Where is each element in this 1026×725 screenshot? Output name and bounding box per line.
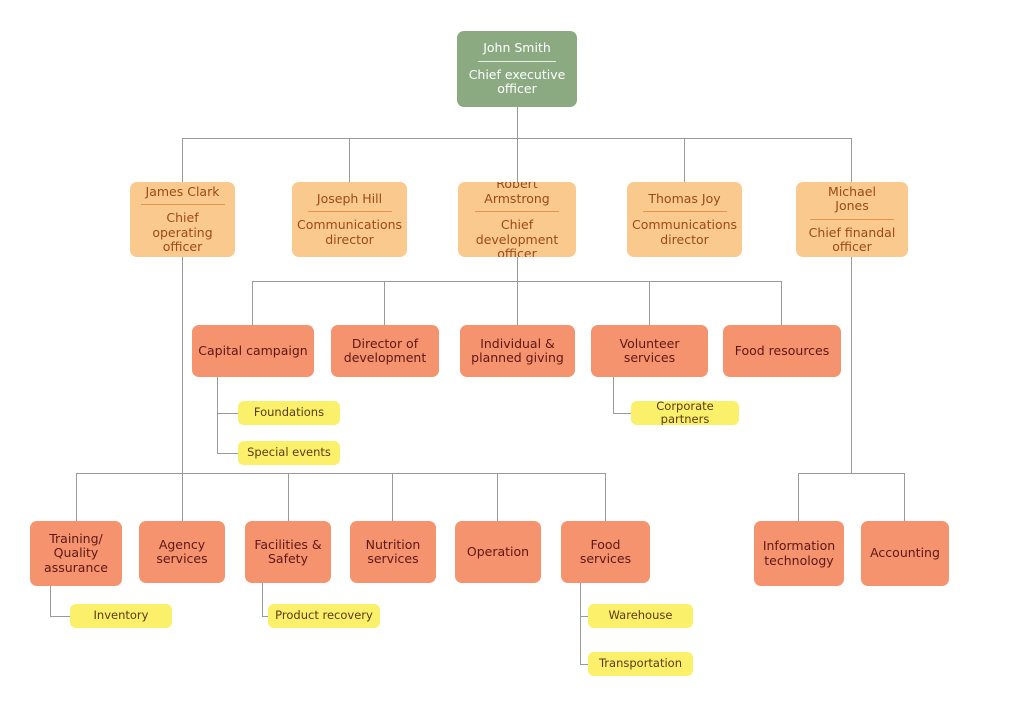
node-officer-james-clark[interactable]: James Clark Chief operating officer: [130, 182, 235, 257]
connector-drop-officer-1: [182, 138, 183, 182]
node-subunit-label: Foundations: [253, 405, 325, 420]
node-officer-name: James Clark: [140, 184, 225, 205]
connector-drop-ops-6: [605, 473, 606, 521]
node-subunit-label: Transportation: [598, 656, 683, 671]
connector-finance-spine: [851, 257, 852, 473]
connector-drop-dev-3: [517, 281, 518, 325]
node-dept-label: Information technology: [762, 538, 836, 568]
node-officer-michael-jones[interactable]: Michael Jones Chief finandal officer: [796, 182, 908, 257]
node-officer-name: Thomas Joy: [642, 191, 727, 213]
node-officer-robert-armstrong[interactable]: Robert Armstrong Chief development offic…: [458, 182, 576, 257]
node-dept-operation[interactable]: Operation: [455, 521, 541, 583]
node-dept-label: Food resources: [734, 342, 830, 358]
node-dept-label: Capital campaign: [198, 342, 308, 358]
node-officer-title: Chief operating officer: [152, 210, 213, 254]
node-dept-label: Facilities & Safety: [254, 536, 322, 566]
node-officer-thomas-joy[interactable]: Thomas Joy Communications director: [627, 182, 742, 257]
node-dept-label: Accounting: [870, 545, 940, 561]
connector-elbow-inventory: [50, 616, 70, 617]
connector-development-stem: [517, 257, 518, 281]
connector-drop-fin-1: [798, 473, 799, 521]
connector-ceo-stem: [517, 107, 518, 138]
node-dept-accounting[interactable]: Accounting: [861, 521, 949, 586]
node-dept-individual-planned-giving[interactable]: Individual & planned giving: [460, 325, 575, 377]
node-officer-title: Chief development officer: [475, 217, 559, 257]
connector-drop-dev-5: [781, 281, 782, 325]
connector-facilities-spine: [262, 581, 263, 616]
node-ceo-name: John Smith: [478, 41, 556, 62]
node-subunit-product-recovery[interactable]: Product recovery: [268, 604, 380, 628]
node-officer-title: Communications director: [297, 217, 403, 247]
node-subunit-special-events[interactable]: Special events: [238, 441, 340, 465]
node-officer-joseph-hill[interactable]: Joseph Hill Communications director: [292, 182, 407, 257]
node-subunit-label: Inventory: [93, 608, 149, 623]
node-subunit-corporate-partners[interactable]: Corporate partners: [631, 401, 739, 425]
node-ceo[interactable]: John Smith Chief executive officer: [457, 31, 577, 107]
node-dept-food-resources[interactable]: Food resources: [723, 325, 841, 377]
node-subunit-label: Warehouse: [608, 608, 673, 623]
node-officer-title: Chief finandal officer: [808, 224, 896, 254]
connector-food-services-spine: [580, 581, 581, 665]
connector-operations-bus: [76, 473, 605, 474]
node-subunit-warehouse[interactable]: Warehouse: [588, 604, 693, 628]
node-dept-label: Food services: [579, 536, 632, 566]
connector-capital-spine: [217, 377, 218, 453]
connector-finance-bus: [798, 473, 904, 474]
connector-drop-ops-2: [182, 473, 183, 521]
node-dept-information-technology[interactable]: Information technology: [754, 521, 844, 586]
node-officer-name: Robert Armstrong: [475, 182, 559, 213]
connector-elbow-special-events: [217, 453, 238, 454]
connector-drop-officer-4: [684, 138, 685, 182]
node-dept-director-of-development[interactable]: Director of development: [331, 325, 439, 377]
connector-training-spine: [50, 586, 51, 616]
connector-drop-ops-3: [288, 473, 289, 521]
node-subunit-inventory[interactable]: Inventory: [70, 604, 172, 628]
node-dept-label: Volunteer services: [619, 335, 680, 365]
node-dept-agency-services[interactable]: Agency services: [139, 521, 225, 583]
connector-drop-officer-2: [349, 138, 350, 182]
node-dept-label: Agency services: [156, 536, 208, 566]
connector-drop-dev-2: [384, 281, 385, 325]
connector-drop-dev-1: [252, 281, 253, 325]
node-officer-title: Communications director: [632, 217, 738, 247]
node-subunit-transportation[interactable]: Transportation: [588, 652, 693, 676]
node-subunit-label: Special events: [247, 445, 331, 460]
node-dept-label: Director of development: [343, 335, 427, 365]
connector-drop-ops-4: [392, 473, 393, 521]
connector-drop-dev-4: [649, 281, 650, 325]
node-dept-training-quality-assurance[interactable]: Training/ Quality assurance: [30, 521, 122, 586]
node-dept-facilities-safety[interactable]: Facilities & Safety: [245, 521, 331, 583]
connector-drop-ops-5: [497, 473, 498, 521]
connector-operations-spine: [182, 257, 183, 473]
node-dept-label: Operation: [466, 543, 530, 559]
node-officer-name: Joseph Hill: [307, 191, 392, 213]
node-subunit-label: Corporate partners: [656, 401, 714, 425]
node-dept-volunteer-services[interactable]: Volunteer services: [591, 325, 708, 377]
connector-drop-fin-2: [904, 473, 905, 521]
node-dept-label: Individual & planned giving: [471, 335, 564, 365]
node-officer-name: Michael Jones: [810, 184, 894, 220]
node-subunit-foundations[interactable]: Foundations: [238, 401, 340, 425]
node-subunit-label: Product recovery: [275, 608, 373, 623]
node-ceo-title: Chief executive officer: [468, 66, 566, 97]
node-dept-label: Training/ Quality assurance: [44, 530, 108, 575]
node-dept-nutrition-services[interactable]: Nutrition services: [350, 521, 436, 583]
connector-drop-ops-1: [76, 473, 77, 521]
node-dept-capital-campaign[interactable]: Capital campaign: [192, 325, 314, 377]
node-dept-label: Nutrition services: [365, 536, 421, 566]
org-chart-canvas: John Smith Chief executive officer James…: [0, 0, 1026, 725]
node-dept-food-services[interactable]: Food services: [561, 521, 650, 583]
connector-volunteer-spine: [613, 377, 614, 413]
connector-elbow-foundations: [217, 413, 238, 414]
connector-drop-officer-5: [851, 138, 852, 182]
connector-drop-officer-3: [517, 138, 518, 182]
